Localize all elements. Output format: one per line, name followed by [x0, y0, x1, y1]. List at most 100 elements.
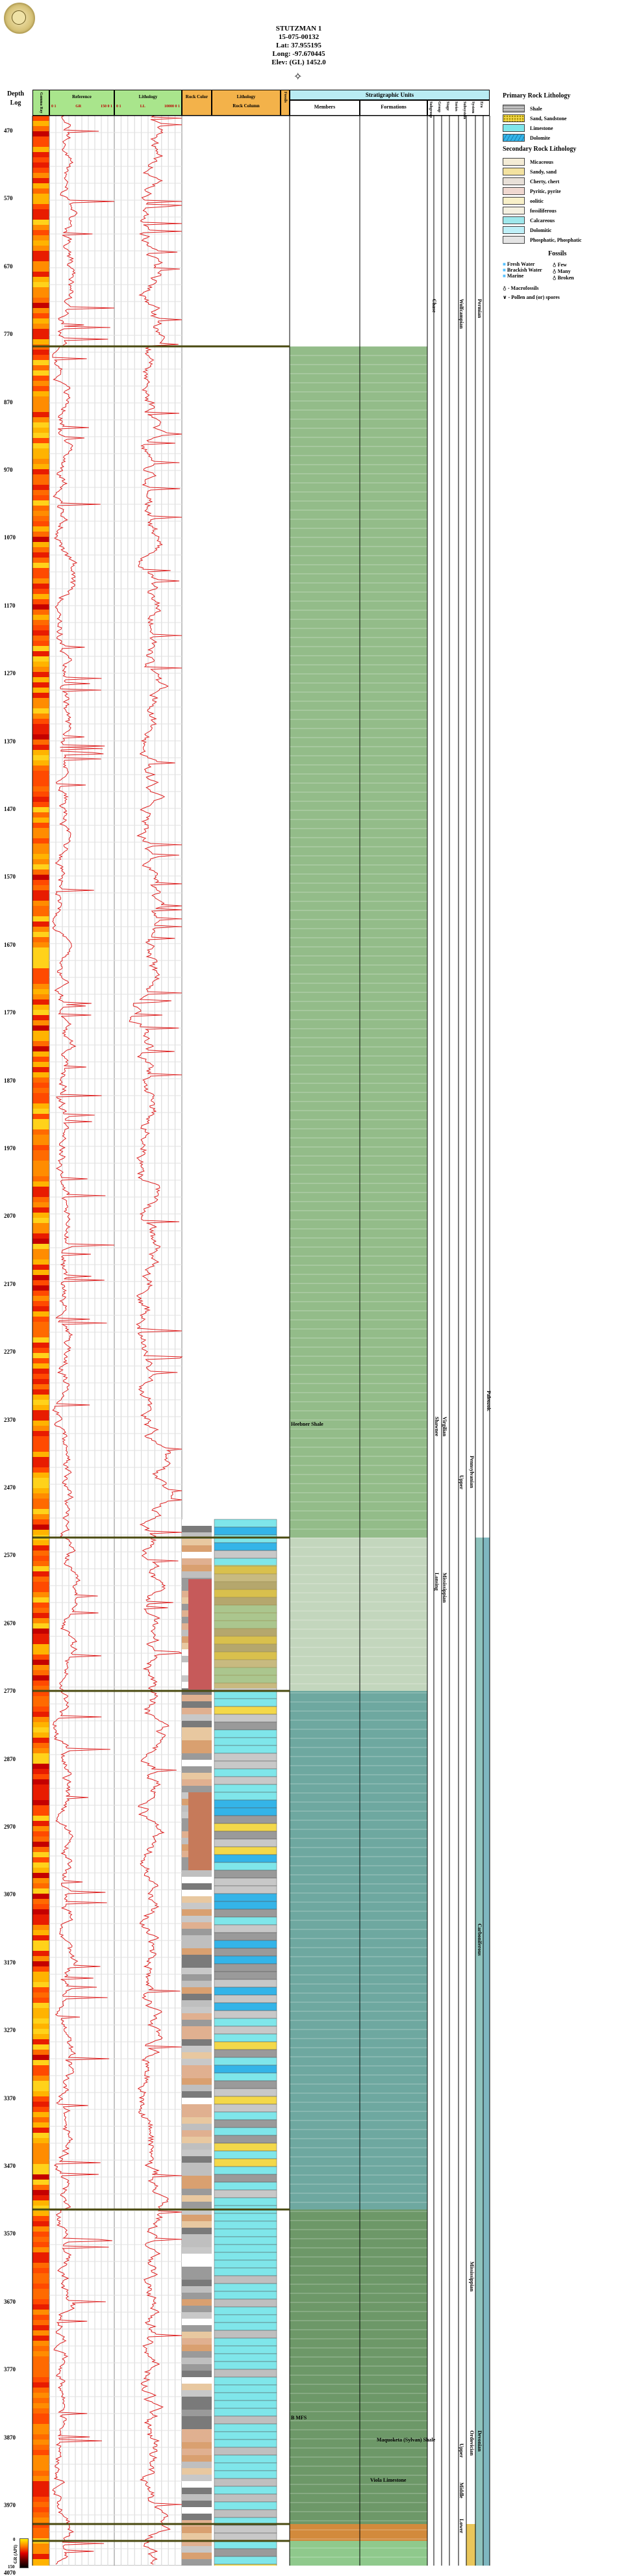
gamma-cell	[32, 1353, 49, 1358]
depth-tick-label: 770	[4, 331, 13, 338]
rock-color-cell	[182, 2325, 212, 2332]
gamma-cell	[32, 1031, 49, 1036]
gamma-cell	[32, 1587, 49, 1592]
gamma-cell	[32, 1280, 49, 1285]
gamma-cell	[32, 2512, 49, 2518]
gamma-cell	[32, 708, 49, 714]
gamma-cell	[32, 1862, 49, 1868]
rock-color-cell	[182, 1760, 212, 1766]
gamma-cell	[32, 947, 49, 953]
rock-color-cell	[182, 1909, 212, 1916]
gamma-cell	[32, 2247, 49, 2252]
depth-tick-label: 970	[4, 467, 13, 473]
fossils-header: Fossils	[281, 90, 290, 116]
gamma-cell	[32, 240, 49, 246]
depth-tick-label: 1670	[4, 941, 16, 948]
ref-scale-curve: GR	[75, 105, 82, 109]
gamma-cell	[32, 2346, 49, 2351]
gamma-cell	[32, 1561, 49, 1566]
rock-color-red	[188, 1579, 212, 1690]
secondary-legend: Sandy, sand	[530, 168, 557, 175]
rock-color-cell	[182, 1935, 212, 1942]
gamma-cell	[32, 1696, 49, 1701]
gamma-cell	[32, 802, 49, 807]
lith-scale-max: 10000 0 1	[164, 105, 180, 109]
gamma-cell	[32, 1935, 49, 1940]
gamma-cell	[32, 1218, 49, 1223]
rock-column-cell	[214, 1792, 277, 1801]
gamma-cell	[32, 1114, 49, 1119]
rock-column-cell	[214, 2338, 277, 2347]
rock-color-cell	[182, 1994, 212, 2000]
rock-color-cell	[182, 2137, 212, 2143]
well-header: STUTZMAN 1 15-075-00132 Lat: 37.955195 L…	[221, 25, 377, 67]
rock-column-cell	[214, 2065, 277, 2074]
colorbar-unit: GR (API)	[13, 2545, 18, 2564]
rock-color-cell	[182, 2052, 212, 2059]
gamma-cell	[32, 958, 49, 963]
gamma-cell	[32, 2091, 49, 2096]
gamma-cell	[32, 433, 49, 438]
depth-tick-label: 3070	[4, 1891, 16, 1898]
rock-color-cell	[182, 2488, 212, 2494]
rock-column-cell	[214, 2283, 277, 2292]
rock-color-cell	[182, 1903, 212, 1909]
rock-color-cell	[182, 2306, 212, 2312]
gamma-cell	[32, 246, 49, 251]
mississippian-label: Mississippian	[469, 2261, 475, 2292]
rock-column-cell	[214, 2564, 277, 2566]
depth-tick-label: 2970	[4, 1823, 16, 1830]
gamma-cell	[32, 979, 49, 984]
gamma-cell	[32, 2440, 49, 2445]
strat-band	[290, 1538, 427, 1691]
gr-colorbar	[19, 2538, 29, 2568]
gamma-cell	[32, 178, 49, 183]
gamma-cell	[32, 1431, 49, 1436]
system-band	[475, 1538, 483, 2566]
gamma-cell	[32, 147, 49, 152]
rock-column-cell	[214, 2096, 277, 2105]
gamma-cell	[32, 1150, 49, 1155]
rock-color-cell	[182, 2345, 212, 2351]
gamma-cell	[32, 984, 49, 989]
rock-column-cell	[214, 1542, 277, 1551]
gamma-cell	[32, 1977, 49, 1982]
gamma-cell	[32, 2060, 49, 2065]
gamma-cell	[32, 724, 49, 729]
gamma-cell	[32, 2367, 49, 2372]
rock-color-cell	[182, 2098, 212, 2104]
rock-column-cell	[214, 1760, 277, 1770]
rock-column-cell	[214, 2384, 277, 2393]
gamma-cell	[32, 402, 49, 407]
rock-color-cell	[182, 1539, 212, 1545]
gamma-cell	[32, 1332, 49, 1337]
gamma-cell	[32, 2502, 49, 2507]
gamma-cell	[32, 1301, 49, 1306]
rock-column-cell	[214, 2509, 277, 2518]
rock-color-cell	[182, 2150, 212, 2156]
gamma-cell	[32, 547, 49, 552]
rock-color-cell	[182, 1519, 212, 1526]
depth-tick-label: 2570	[4, 1552, 16, 1559]
gamma-cell	[32, 1051, 49, 1057]
rock-column-cell	[214, 1971, 277, 1980]
rock-column-cell	[214, 2127, 277, 2136]
strat-subheader: Era	[479, 101, 483, 108]
gamma-cell	[32, 2299, 49, 2304]
gamma-cell	[32, 1135, 49, 1140]
rock-color-cell	[182, 2111, 212, 2117]
gamma-cell	[32, 1311, 49, 1317]
rock-color-cell	[182, 2286, 212, 2293]
rock-column-cell	[214, 2369, 277, 2378]
gamma-cell	[32, 1145, 49, 1150]
gamma-cell	[32, 1732, 49, 1738]
strat-band	[290, 116, 427, 346]
gamma-cell	[32, 121, 49, 126]
gamma-cell	[32, 2211, 49, 2216]
rock-color-cell	[182, 1922, 212, 1929]
gamma-cell	[32, 1405, 49, 1410]
gamma-cell	[32, 953, 49, 958]
gamma-cell	[32, 1857, 49, 1862]
gamma-cell	[32, 532, 49, 537]
lithology-log-label: Lithology	[138, 94, 158, 99]
